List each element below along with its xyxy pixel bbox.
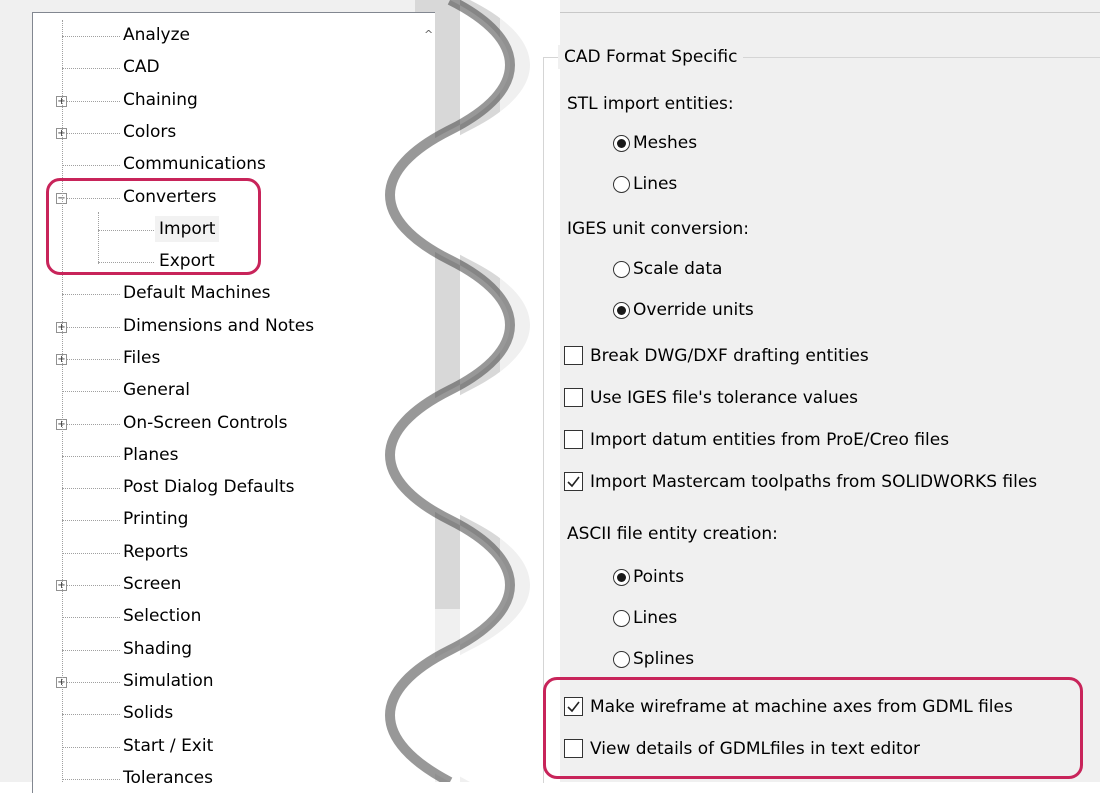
tree-connector: [62, 68, 120, 69]
tree-connector: [62, 714, 120, 715]
ascii-lines-label[interactable]: Lines: [633, 606, 677, 630]
tree-item-solids[interactable]: Solids: [123, 700, 173, 726]
radio-stl-lines[interactable]: [613, 176, 630, 193]
iges-tolerance-label[interactable]: Use IGES file's tolerance values: [590, 386, 858, 410]
tree-item-cad[interactable]: CAD: [123, 54, 160, 80]
tree-item-colors[interactable]: Colors: [123, 119, 176, 145]
tree-item-communications[interactable]: Communications: [123, 151, 266, 177]
iges-scale-label[interactable]: Scale data: [633, 257, 722, 281]
panel-top-border: [505, 12, 1100, 13]
gdml-options-highlight: [543, 677, 1083, 779]
tree-connector: [62, 133, 120, 134]
tree-item-start-exit[interactable]: Start / Exit: [123, 733, 213, 759]
tree-item-general[interactable]: General: [123, 377, 190, 403]
tree-connector: [62, 520, 120, 521]
tree-connector: [62, 585, 120, 586]
tree-item-screen[interactable]: Screen: [123, 571, 181, 597]
tree-connector: [62, 327, 120, 328]
tree-connector: [62, 294, 120, 295]
radio-iges-scale[interactable]: [613, 261, 630, 278]
tree-connector: [62, 553, 120, 554]
group-title: CAD Format Specific: [558, 45, 744, 69]
tree-item-planes[interactable]: Planes: [123, 442, 178, 468]
tree-connector: [62, 359, 120, 360]
tree-item-selection[interactable]: Selection: [123, 603, 201, 629]
tree-connector: [62, 101, 120, 102]
checkbox-break-dwg[interactable]: [564, 346, 583, 365]
tree-connector: [62, 424, 120, 425]
tree-connector: [62, 391, 120, 392]
ascii-entity-label: ASCII file entity creation:: [567, 524, 778, 544]
iges-override-label[interactable]: Override units: [633, 298, 754, 322]
radio-dot: [617, 139, 626, 148]
radio-ascii-splines[interactable]: [613, 651, 630, 668]
radio-dot: [617, 573, 626, 582]
radio-ascii-points[interactable]: [613, 569, 630, 586]
radio-iges-override[interactable]: [613, 302, 630, 319]
tree-connector: [62, 36, 120, 37]
wavy-divider: [385, 0, 560, 782]
tree-item-printing[interactable]: Printing: [123, 506, 188, 532]
import-toolpaths-label[interactable]: Import Mastercam toolpaths from SOLIDWOR…: [590, 470, 1037, 494]
tree-vertical-connector: [62, 20, 63, 782]
tree-item-simulation[interactable]: Simulation: [123, 668, 214, 694]
tree-item-shading[interactable]: Shading: [123, 636, 192, 662]
tree-item-tolerances[interactable]: Tolerances: [123, 765, 213, 791]
tree-connector: [62, 650, 120, 651]
ascii-splines-label[interactable]: Splines: [633, 647, 694, 671]
check-icon: [567, 476, 580, 488]
cad-format-group: [543, 57, 1100, 783]
radio-stl-meshes[interactable]: [613, 135, 630, 152]
checkbox-import-toolpaths[interactable]: [564, 472, 583, 491]
tree-connector: [62, 456, 120, 457]
tree-connector: [62, 747, 120, 748]
tree-connector: [62, 779, 120, 780]
tree-connector: [62, 617, 120, 618]
radio-dot: [617, 306, 626, 315]
tree-item-files[interactable]: Files: [123, 345, 160, 371]
import-datum-label[interactable]: Import datum entities from ProE/Creo fil…: [590, 428, 949, 452]
tree-item-dimensions-and-notes[interactable]: Dimensions and Notes: [123, 313, 314, 339]
stl-meshes-label[interactable]: Meshes: [633, 131, 697, 155]
break-dwg-label[interactable]: Break DWG/DXF drafting entities: [590, 344, 869, 368]
tree-connector: [62, 488, 120, 489]
ascii-points-label[interactable]: Points: [633, 565, 684, 589]
tree-item-reports[interactable]: Reports: [123, 539, 188, 565]
tree-item-chaining[interactable]: Chaining: [123, 87, 198, 113]
tree-connector: [62, 165, 120, 166]
tree-item-on-screen-controls[interactable]: On-Screen Controls: [123, 410, 287, 436]
tree-item-post-dialog-defaults[interactable]: Post Dialog Defaults: [123, 474, 295, 500]
stl-lines-label[interactable]: Lines: [633, 172, 677, 196]
converters-highlight: [46, 178, 261, 275]
iges-unit-label: IGES unit conversion:: [567, 219, 749, 239]
tree-item-analyze[interactable]: Analyze: [123, 22, 190, 48]
tree-connector: [62, 682, 120, 683]
tree-item-default-machines[interactable]: Default Machines: [123, 280, 271, 306]
checkbox-iges-tolerance[interactable]: [564, 388, 583, 407]
checkbox-import-datum[interactable]: [564, 430, 583, 449]
stl-import-label: STL import entities:: [567, 94, 734, 114]
radio-ascii-lines[interactable]: [613, 610, 630, 627]
